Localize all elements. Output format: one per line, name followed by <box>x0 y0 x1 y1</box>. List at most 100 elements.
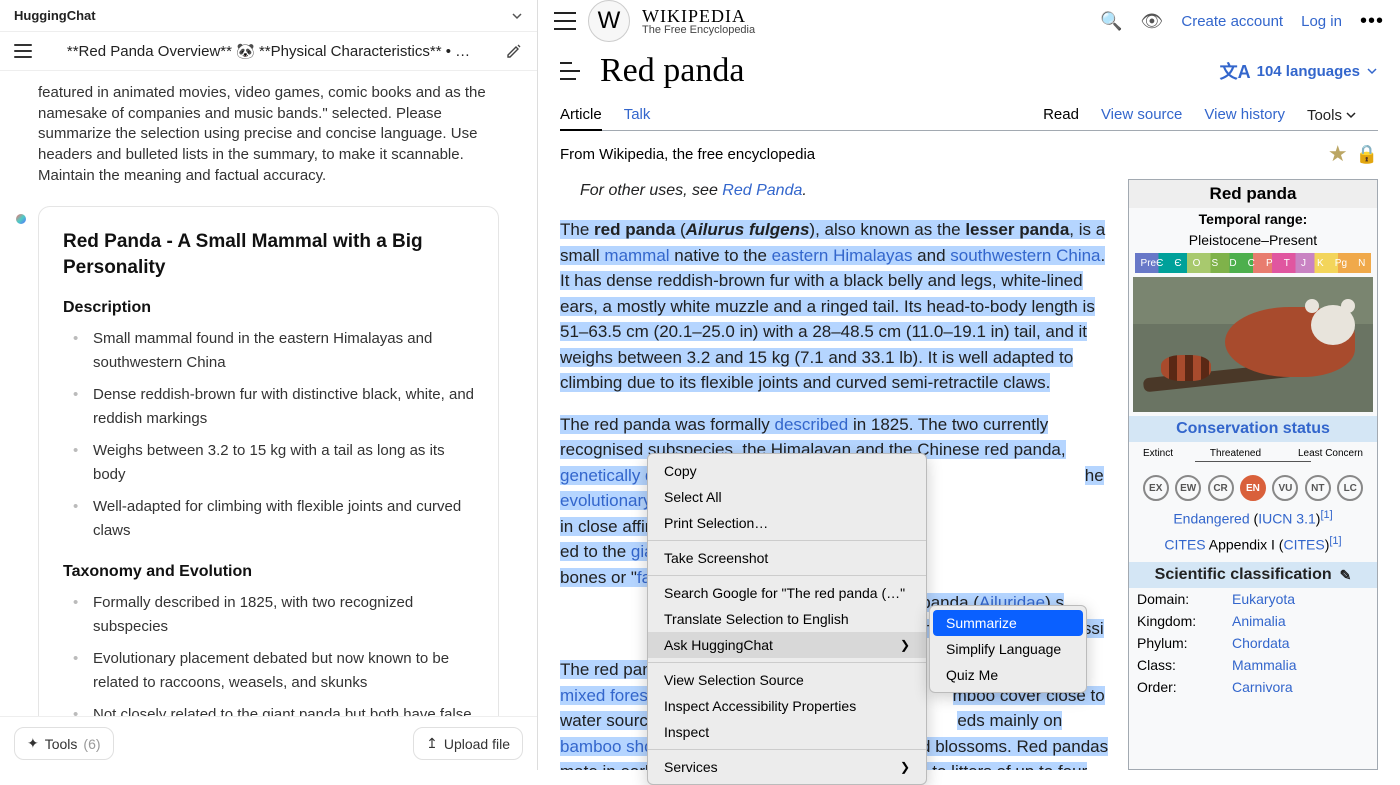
edit-pencil-icon[interactable]: ✎ <box>1340 567 1352 584</box>
section-list: Formally described in 1825, with two rec… <box>63 591 474 716</box>
status-circle-en: EN <box>1240 475 1266 501</box>
context-subitem[interactable]: Simplify Language <box>930 636 1086 662</box>
ref-1b[interactable]: [1] <box>1329 535 1341 547</box>
menu-separator <box>648 749 926 750</box>
tools-label: Tools <box>45 736 78 752</box>
infobox-title: Red panda <box>1129 180 1377 208</box>
user-message: featured in animated movies, video games… <box>38 83 499 186</box>
cites-link-2[interactable]: CITES <box>1283 536 1324 552</box>
edit-icon[interactable] <box>505 42 523 60</box>
geologic-timescale: PreЄЄOSDCPTJKPgN <box>1135 253 1371 273</box>
taxonomy-link[interactable]: Mammalia <box>1232 657 1297 673</box>
taxonomy-link[interactable]: Eukaryota <box>1232 591 1295 607</box>
tab-read[interactable]: Read <box>1043 100 1079 130</box>
context-item[interactable]: Translate Selection to English <box>648 606 926 632</box>
chat-sidebar: HuggingChat **Red Panda Overview** 🐼 **P… <box>0 0 538 770</box>
status-circle-vu: VU <box>1272 475 1298 501</box>
context-item[interactable]: Inspect Accessibility Properties <box>648 693 926 719</box>
main-menu-icon[interactable] <box>554 12 576 30</box>
context-item[interactable]: Select All <box>648 484 926 510</box>
language-button[interactable]: 文A 104 languages <box>1220 58 1378 84</box>
taxonomy-table: Domain:EukaryotaKingdom:AnimaliaPhylum:C… <box>1129 588 1377 698</box>
upload-button[interactable]: ↥ Upload file <box>413 727 523 760</box>
assistant-avatar <box>16 214 26 224</box>
status-circle-lc: LC <box>1337 475 1363 501</box>
wikipedia-logo[interactable]: W <box>588 0 630 42</box>
article-header: Red panda 文A 104 languages Article Talk … <box>538 48 1400 131</box>
list-item: Formally described in 1825, with two rec… <box>79 591 474 639</box>
list-item: Evolutionary placement debated but now k… <box>79 647 474 695</box>
tools-button[interactable]: ✦ Tools (6) <box>14 727 114 760</box>
submenu-arrow-icon: ❯ <box>900 638 910 652</box>
context-item[interactable]: Ask HuggingChat❯ <box>648 632 926 658</box>
link-china[interactable]: southwestern China <box>950 246 1100 265</box>
chat-title: **Red Panda Overview** 🐼 **Physical Char… <box>42 42 495 60</box>
protection-lock-icon[interactable]: 🔒 <box>1356 144 1378 165</box>
taxonomy-row: Order:Carnivora <box>1129 676 1377 698</box>
sparkle-icon: ✦ <box>27 735 39 752</box>
model-name: HuggingChat <box>14 8 96 23</box>
chat-footer: ✦ Tools (6) ↥ Upload file <box>0 716 537 770</box>
submenu-arrow-icon: ❯ <box>900 760 910 774</box>
hatnote-link[interactable]: Red Panda <box>722 182 802 199</box>
tab-talk[interactable]: Talk <box>624 100 651 130</box>
menu-icon[interactable] <box>14 44 32 58</box>
hatnote: For other uses, see Red Panda. <box>580 179 1112 203</box>
context-item[interactable]: Inspect <box>648 719 926 745</box>
link-mixed-forest[interactable]: mixed forest <box>560 686 653 705</box>
wikipedia-name: WIKIPEDIA The Free Encyclopedia <box>642 7 755 36</box>
temporal-range: Pleistocene–Present <box>1129 230 1377 250</box>
tab-article[interactable]: Article <box>560 100 602 131</box>
context-item[interactable]: View Selection Source <box>648 667 926 693</box>
conservation-header[interactable]: Conservation status <box>1129 416 1377 442</box>
tab-view-history[interactable]: View history <box>1204 100 1285 130</box>
more-menu-icon[interactable]: ••• <box>1360 10 1384 33</box>
context-item[interactable]: Take Screenshot <box>648 545 926 571</box>
taxonomy-row: Class:Mammalia <box>1129 654 1377 676</box>
link-described[interactable]: described <box>775 415 849 434</box>
conservation-status: ExtinctThreatenedLeast Concern EXEWCRENV… <box>1129 442 1377 562</box>
from-wikipedia: From Wikipedia, the free encyclopedia <box>560 146 1328 163</box>
model-selector[interactable]: HuggingChat <box>0 0 537 32</box>
featured-star-icon[interactable]: ★ <box>1328 141 1348 167</box>
context-item[interactable]: Print Selection… <box>648 510 926 536</box>
taxonomy-link[interactable]: Animalia <box>1232 613 1286 629</box>
login-link[interactable]: Log in <box>1301 13 1342 30</box>
section-heading: Description <box>63 299 474 317</box>
top-right-nav: 🔍 👁 Create account Log in ••• <box>1100 10 1384 33</box>
page-title: Red panda <box>600 52 1200 90</box>
cites-link-1[interactable]: CITES <box>1164 536 1205 552</box>
assistant-content: Red Panda - A Small Mammal with a Big Pe… <box>38 206 499 716</box>
context-subitem[interactable]: Summarize <box>933 610 1083 636</box>
chat-messages: featured in animated movies, video games… <box>0 71 537 716</box>
menu-separator <box>648 540 926 541</box>
link-himalayas[interactable]: eastern Himalayas <box>772 246 913 265</box>
context-item[interactable]: Services❯ <box>648 754 926 780</box>
tab-view-source[interactable]: View source <box>1101 100 1182 130</box>
appearance-icon[interactable]: 👁 <box>1141 11 1164 32</box>
infobox-image[interactable] <box>1133 277 1373 412</box>
context-subitem[interactable]: Quiz Me <box>930 662 1086 688</box>
taxonomy-row: Phylum:Chordata <box>1129 632 1377 654</box>
taxonomy-row: Kingdom:Animalia <box>1129 610 1377 632</box>
link-mammal[interactable]: mammal <box>604 246 669 265</box>
site-name: WIKIPEDIA <box>642 7 755 25</box>
tools-dropdown[interactable]: Tools <box>1307 100 1356 130</box>
taxonomy-link[interactable]: Carnivora <box>1232 679 1293 695</box>
search-icon[interactable]: 🔍 <box>1100 11 1122 32</box>
page-tabs: Article Talk Read View source View histo… <box>560 100 1378 131</box>
iucn-link[interactable]: IUCN 3.1 <box>1258 511 1316 527</box>
infobox: Red panda Temporal range: Pleistocene–Pr… <box>1128 179 1378 770</box>
list-item: Weighs between 3.2 to 15 kg with a tail … <box>79 439 474 487</box>
taxonomy-link[interactable]: Chordata <box>1232 635 1290 651</box>
create-account-link[interactable]: Create account <box>1181 13 1283 30</box>
context-menu: CopySelect AllPrint Selection… Take Scree… <box>647 453 927 785</box>
toc-icon[interactable] <box>560 62 580 80</box>
site-tagline: The Free Encyclopedia <box>642 25 755 36</box>
tagline-row: From Wikipedia, the free encyclopedia ★ … <box>538 131 1400 167</box>
status-endangered[interactable]: Endangered <box>1173 511 1249 527</box>
chevron-down-icon <box>511 10 523 22</box>
ref-1[interactable]: [1] <box>1320 509 1332 521</box>
context-item[interactable]: Copy <box>648 458 926 484</box>
context-item[interactable]: Search Google for "The red panda (…" <box>648 580 926 606</box>
